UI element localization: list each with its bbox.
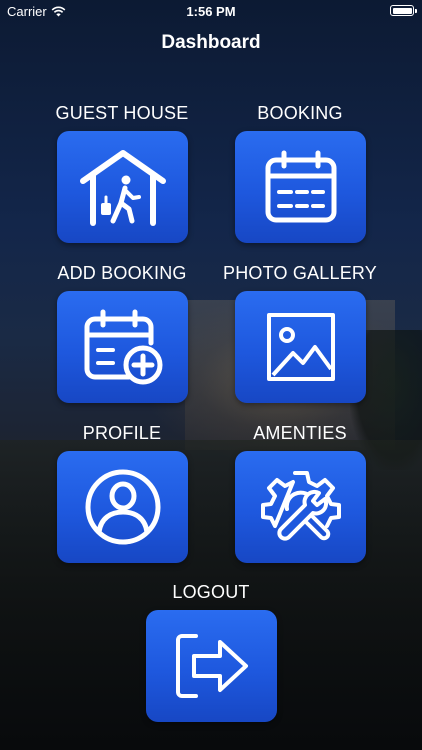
page-title: Dashboard <box>161 32 261 53</box>
settings-wrench-icon <box>260 471 341 541</box>
booking-button[interactable] <box>235 131 366 243</box>
add-booking-label: ADD BOOKING <box>57 263 187 283</box>
guest-house-button[interactable] <box>57 131 188 243</box>
guest-house-icon <box>79 150 166 226</box>
profile-button[interactable] <box>57 451 188 563</box>
logout-button[interactable] <box>146 610 277 722</box>
photo-gallery-button[interactable] <box>235 291 366 403</box>
user-icon <box>85 469 160 545</box>
calendar-add-icon <box>84 309 162 385</box>
amenities-label: AMENTIES <box>253 423 347 443</box>
amenities-button[interactable] <box>235 451 366 563</box>
logout-icon <box>175 634 248 698</box>
booking-label: BOOKING <box>257 103 343 123</box>
status-time: 1:56 PM <box>186 4 236 19</box>
status-bar: Carrier 1:56 PM <box>0 0 422 22</box>
photo-gallery-label: PHOTO GALLERY <box>223 263 377 283</box>
profile-label: PROFILE <box>82 423 162 443</box>
image-icon <box>266 313 335 381</box>
add-booking-button[interactable] <box>57 291 188 403</box>
battery-icon <box>390 5 417 16</box>
guest-house-label: GUEST HOUSE <box>55 103 189 123</box>
calendar-icon <box>265 150 336 223</box>
logout-label: LOGOUT <box>172 582 250 602</box>
